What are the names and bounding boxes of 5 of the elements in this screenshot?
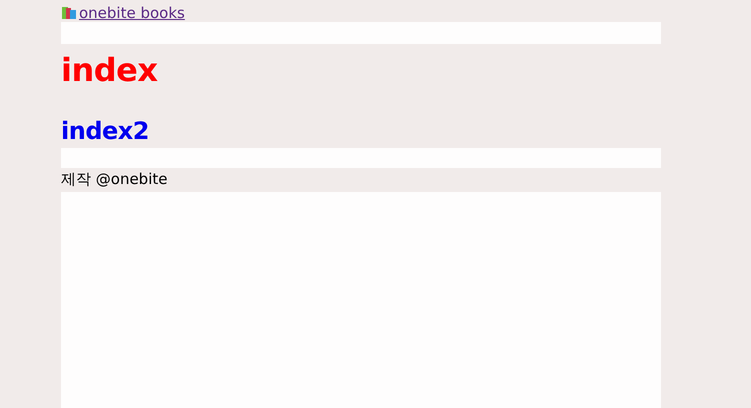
books-icon bbox=[61, 6, 77, 20]
page-heading: index bbox=[61, 50, 158, 90]
page-subheading: index2 bbox=[61, 116, 150, 146]
home-link[interactable]: onebite books bbox=[61, 4, 185, 22]
footer-text: 제작 @onebite bbox=[61, 169, 168, 190]
